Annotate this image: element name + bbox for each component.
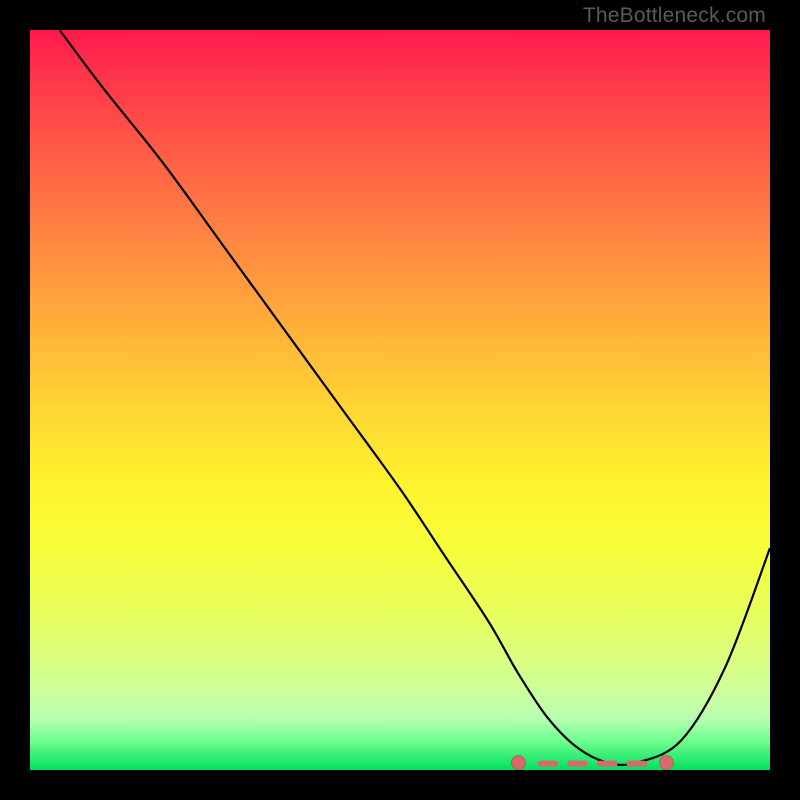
bottleneck-curve: [60, 30, 770, 765]
marker-dot: [659, 756, 673, 770]
watermark-text: TheBottleneck.com: [583, 4, 766, 28]
chart-frame: TheBottleneck.com: [0, 0, 800, 800]
chart-svg: [30, 30, 770, 770]
marker-dot: [511, 756, 525, 770]
chart-plot-area: [30, 30, 770, 770]
